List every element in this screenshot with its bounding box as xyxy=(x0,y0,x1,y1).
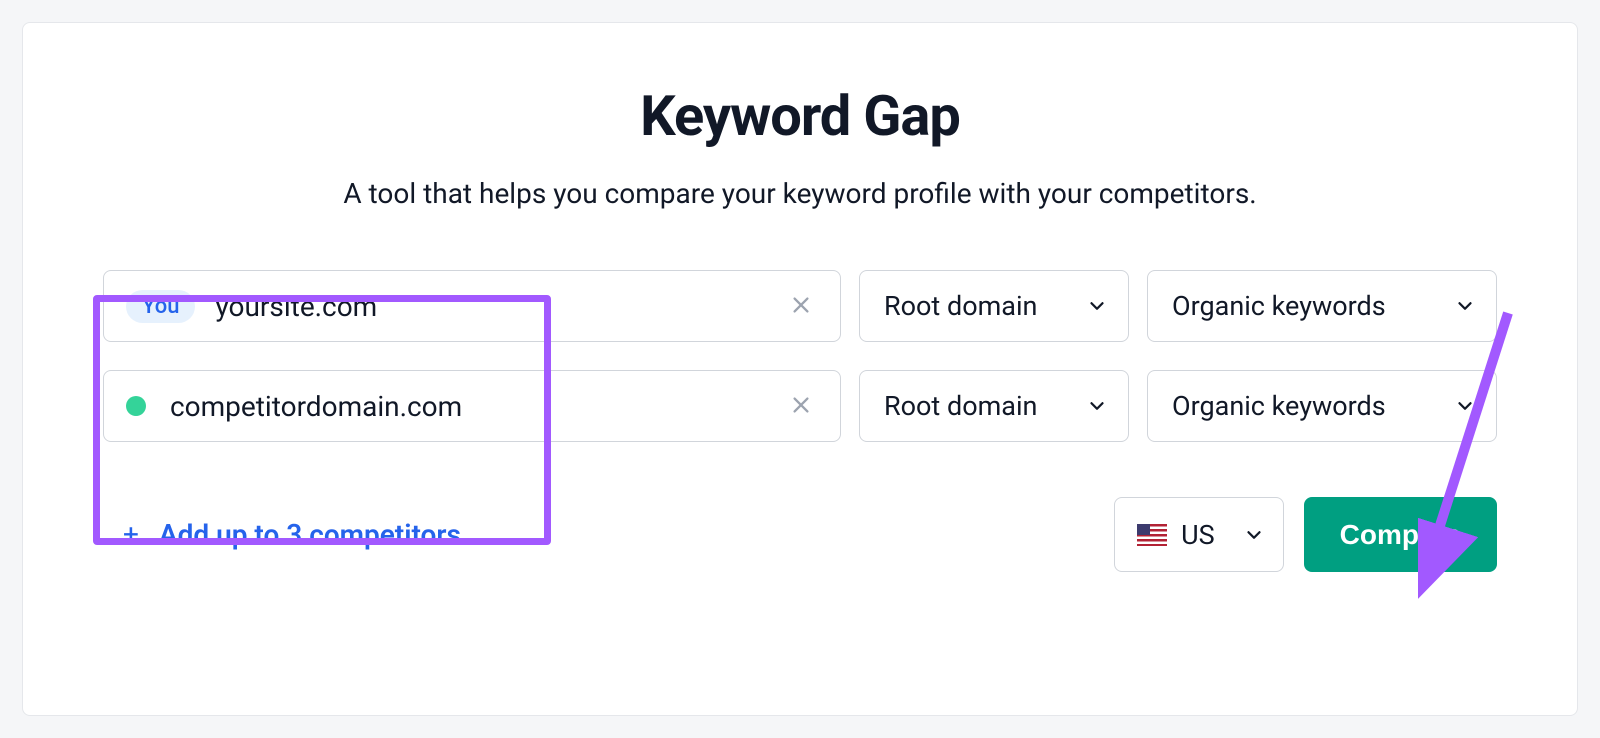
clear-your-domain-icon[interactable] xyxy=(784,289,818,324)
domain-rows: You yoursite.com Root domain Organic key… xyxy=(103,270,1497,442)
right-controls: US Compare xyxy=(1114,497,1497,572)
competitor-scope-dropdown[interactable]: Root domain xyxy=(859,370,1129,442)
chevron-down-icon xyxy=(1454,295,1476,317)
competitor-keywords-label: Organic keywords xyxy=(1172,390,1386,422)
competitor-scope-label: Root domain xyxy=(884,390,1037,422)
competitor-domain-input[interactable]: competitordomain.com xyxy=(103,370,841,442)
us-flag-icon xyxy=(1137,524,1167,546)
plus-icon: + xyxy=(123,518,139,551)
keyword-gap-card: Keyword Gap A tool that helps you compar… xyxy=(22,22,1578,716)
your-domain-text: yoursite.com xyxy=(215,290,784,323)
bottom-controls: + Add up to 3 competitors US Compare xyxy=(103,497,1497,572)
country-select[interactable]: US xyxy=(1114,497,1284,572)
chevron-down-icon xyxy=(1086,295,1108,317)
add-competitors-link[interactable]: + Add up to 3 competitors xyxy=(103,518,461,551)
page-title: Keyword Gap xyxy=(103,83,1497,149)
your-scope-label: Root domain xyxy=(884,290,1037,322)
page-subtitle: A tool that helps you compare your keywo… xyxy=(103,177,1497,210)
your-domain-input[interactable]: You yoursite.com xyxy=(103,270,841,342)
compare-button[interactable]: Compare xyxy=(1304,497,1497,572)
your-keywords-dropdown[interactable]: Organic keywords xyxy=(1147,270,1497,342)
your-keywords-label: Organic keywords xyxy=(1172,290,1386,322)
your-scope-dropdown[interactable]: Root domain xyxy=(859,270,1129,342)
chevron-down-icon xyxy=(1243,524,1265,546)
you-badge: You xyxy=(126,290,195,323)
competitor-domain-text: competitordomain.com xyxy=(170,390,784,423)
add-competitors-label: Add up to 3 competitors xyxy=(159,518,461,551)
domain-row-you: You yoursite.com Root domain Organic key… xyxy=(103,270,1497,342)
competitor-dot-icon xyxy=(126,396,146,416)
chevron-down-icon xyxy=(1454,395,1476,417)
domain-row-competitor: competitordomain.com Root domain Organic… xyxy=(103,370,1497,442)
clear-competitor-domain-icon[interactable] xyxy=(784,389,818,424)
chevron-down-icon xyxy=(1086,395,1108,417)
competitor-keywords-dropdown[interactable]: Organic keywords xyxy=(1147,370,1497,442)
country-code: US xyxy=(1181,519,1215,551)
